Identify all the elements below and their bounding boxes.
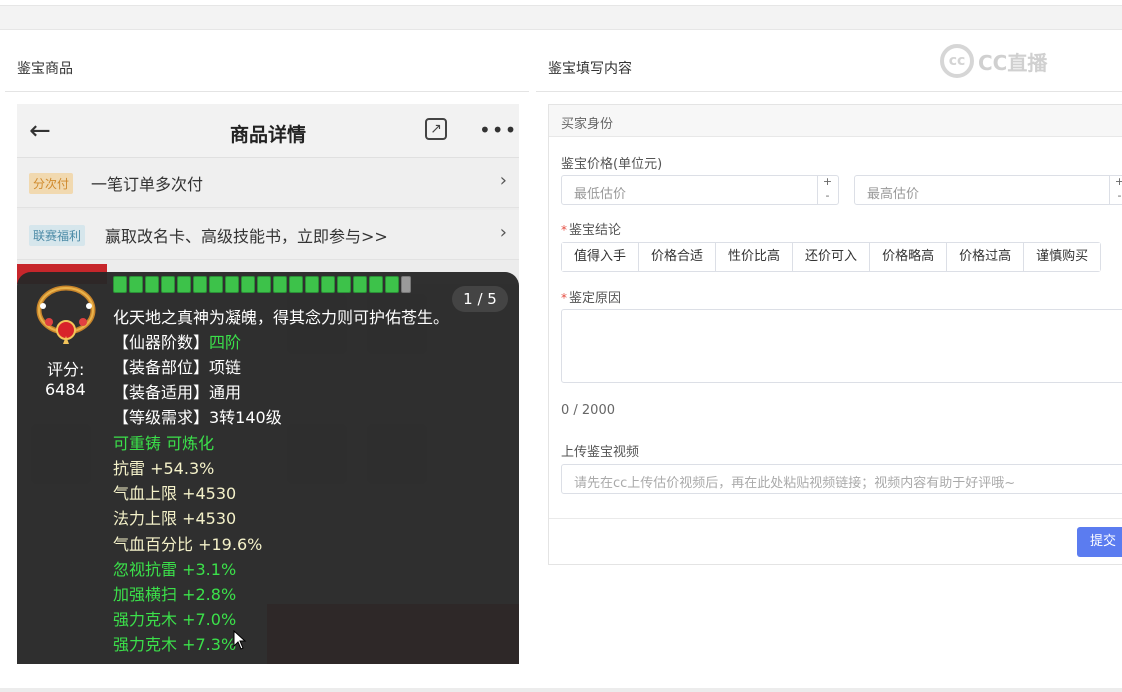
refine-level-segment xyxy=(353,276,367,293)
chevron-right-icon: › xyxy=(499,222,507,243)
page-indicator: 1 / 5 xyxy=(452,286,508,312)
refine-level-segment xyxy=(337,276,351,293)
stat-line: 气血上限 +4530 xyxy=(113,484,237,503)
installment-tag: 分次付 xyxy=(29,173,74,194)
share-icon[interactable]: ↗ xyxy=(425,118,447,140)
submit-button[interactable]: 提交 xyxy=(1077,527,1122,557)
left-divider xyxy=(5,91,529,92)
refine-level-segment xyxy=(305,276,319,293)
price-label: 鉴宝价格(单位元) xyxy=(561,157,663,172)
necklace-icon xyxy=(36,285,96,344)
stat-line: 加强横扫 +2.8% xyxy=(113,585,237,604)
refine-level-bar xyxy=(113,276,411,293)
refine-level-segment xyxy=(225,276,239,293)
refine-level-segment xyxy=(321,276,335,293)
installment-text: 一笔订单多次付 xyxy=(91,175,204,194)
stat-line: 【装备部位】项链 xyxy=(113,358,242,377)
right-divider xyxy=(536,91,1122,92)
phone-header: ← 商品详情 ↗ ••• xyxy=(17,104,519,158)
top-toolbar xyxy=(0,5,1122,30)
stat-line: 【等级需求】3转140级 xyxy=(113,408,282,427)
stat-line: 【仙器阶数】四阶 xyxy=(113,329,241,353)
score-value: 6484 xyxy=(45,380,86,399)
refine-level-segment xyxy=(369,276,383,293)
refine-level-segment xyxy=(401,276,411,293)
refine-level-segment xyxy=(289,276,303,293)
refine-level-segment xyxy=(145,276,159,293)
watermark: cc CC直播 xyxy=(940,44,1090,78)
watermark-text: CC直播 xyxy=(978,50,1048,75)
bottom-bar xyxy=(0,688,1122,692)
stat-line: 强力克木 +7.0% xyxy=(113,610,237,629)
stat-line: 气血百分比 +19.6% xyxy=(113,535,263,554)
stat-value: 四阶 xyxy=(209,333,242,352)
min-price-stepper[interactable]: + - xyxy=(817,175,837,205)
conclusion-option[interactable]: 还价可入 xyxy=(793,243,871,271)
equipment-tooltip: 评分: 6484 1 / 5 化天地之真神为凝魄，得其念力则可护佑苍生。 【仙器… xyxy=(17,272,519,664)
description-line: 化天地之真神为凝魄，得其念力则可护佑苍生。 xyxy=(113,308,450,327)
appraisal-form: 买家身份 鉴宝价格(单位元) 最低估价 + - 最高估价 + - * 鉴宝结论 值得入… xyxy=(548,104,1122,565)
refine-level-segment xyxy=(257,276,271,293)
refine-level-segment xyxy=(161,276,175,293)
refine-level-segment xyxy=(385,276,399,293)
refine-level-segment xyxy=(129,276,143,293)
stat-line: 【装备适用】通用 xyxy=(113,383,242,402)
score-label: 评分: xyxy=(47,360,85,379)
video-label: 上传鉴宝视频 xyxy=(561,445,640,460)
conclusion-label: * 鉴宝结论 xyxy=(561,223,622,238)
refine-level-segment xyxy=(193,276,207,293)
stat-line: 抗雷 +54.3% xyxy=(113,459,215,478)
mouse-cursor-icon xyxy=(233,630,247,650)
league-tag: 联赛福利 xyxy=(29,225,86,246)
conclusion-option[interactable]: 价格略高 xyxy=(870,243,948,271)
refine-level-segment xyxy=(273,276,287,293)
league-text: 赢取改名卡、高级技能书，立即参与>> xyxy=(105,227,388,246)
left-section-title: 鉴宝商品 xyxy=(17,61,73,77)
refine-level-segment xyxy=(177,276,191,293)
refine-level-segment xyxy=(209,276,223,293)
more-icon[interactable]: ••• xyxy=(479,118,517,142)
reason-label: * 鉴定原因 xyxy=(561,291,622,306)
conclusion-option[interactable]: 值得入手 xyxy=(562,243,640,271)
conclusion-option[interactable]: 价格过高 xyxy=(947,243,1025,271)
reason-textarea[interactable] xyxy=(561,309,1122,383)
chevron-right-icon: › xyxy=(499,170,507,191)
char-counter: 0 / 2000 xyxy=(561,403,615,418)
max-price-stepper[interactable]: + - xyxy=(1109,175,1122,205)
promo-row-league[interactable]: 联赛福利 赢取改名卡、高级技能书，立即参与>> › xyxy=(17,210,519,260)
conclusion-option[interactable]: 价格合适 xyxy=(639,243,717,271)
min-price-input[interactable]: 最低估价 xyxy=(561,175,839,205)
stat-line: 强力克木 +7.3% xyxy=(113,635,237,654)
stat-line: 法力上限 +4530 xyxy=(113,509,237,528)
right-section-title: 鉴宝填写内容 xyxy=(548,61,632,77)
form-footer-divider xyxy=(549,518,1122,519)
max-price-input[interactable]: 最高估价 xyxy=(854,175,1122,205)
stat-line: 可重铸 可炼化 xyxy=(113,434,215,453)
buyer-identity-header: 买家身份 xyxy=(549,105,1122,137)
video-link-input[interactable]: 请先在cc上传估价视频后，再在此处粘贴视频链接；视频内容有助于好评哦~ xyxy=(561,464,1122,494)
watermark-logo-icon: cc xyxy=(940,44,974,78)
promo-row-installment[interactable]: 分次付 一笔订单多次付 › xyxy=(17,158,519,208)
refine-level-segment xyxy=(241,276,255,293)
conclusion-options: 值得入手 价格合适 性价比高 还价可入 价格略高 价格过高 谨慎购买 xyxy=(561,242,1102,272)
conclusion-option[interactable]: 谨慎购买 xyxy=(1024,243,1101,271)
refine-level-segment xyxy=(113,276,127,293)
conclusion-option[interactable]: 性价比高 xyxy=(716,243,794,271)
stat-label: 【仙器阶数】 xyxy=(113,333,210,352)
stat-line: 忽视抗雷 +3.1% xyxy=(113,560,237,579)
